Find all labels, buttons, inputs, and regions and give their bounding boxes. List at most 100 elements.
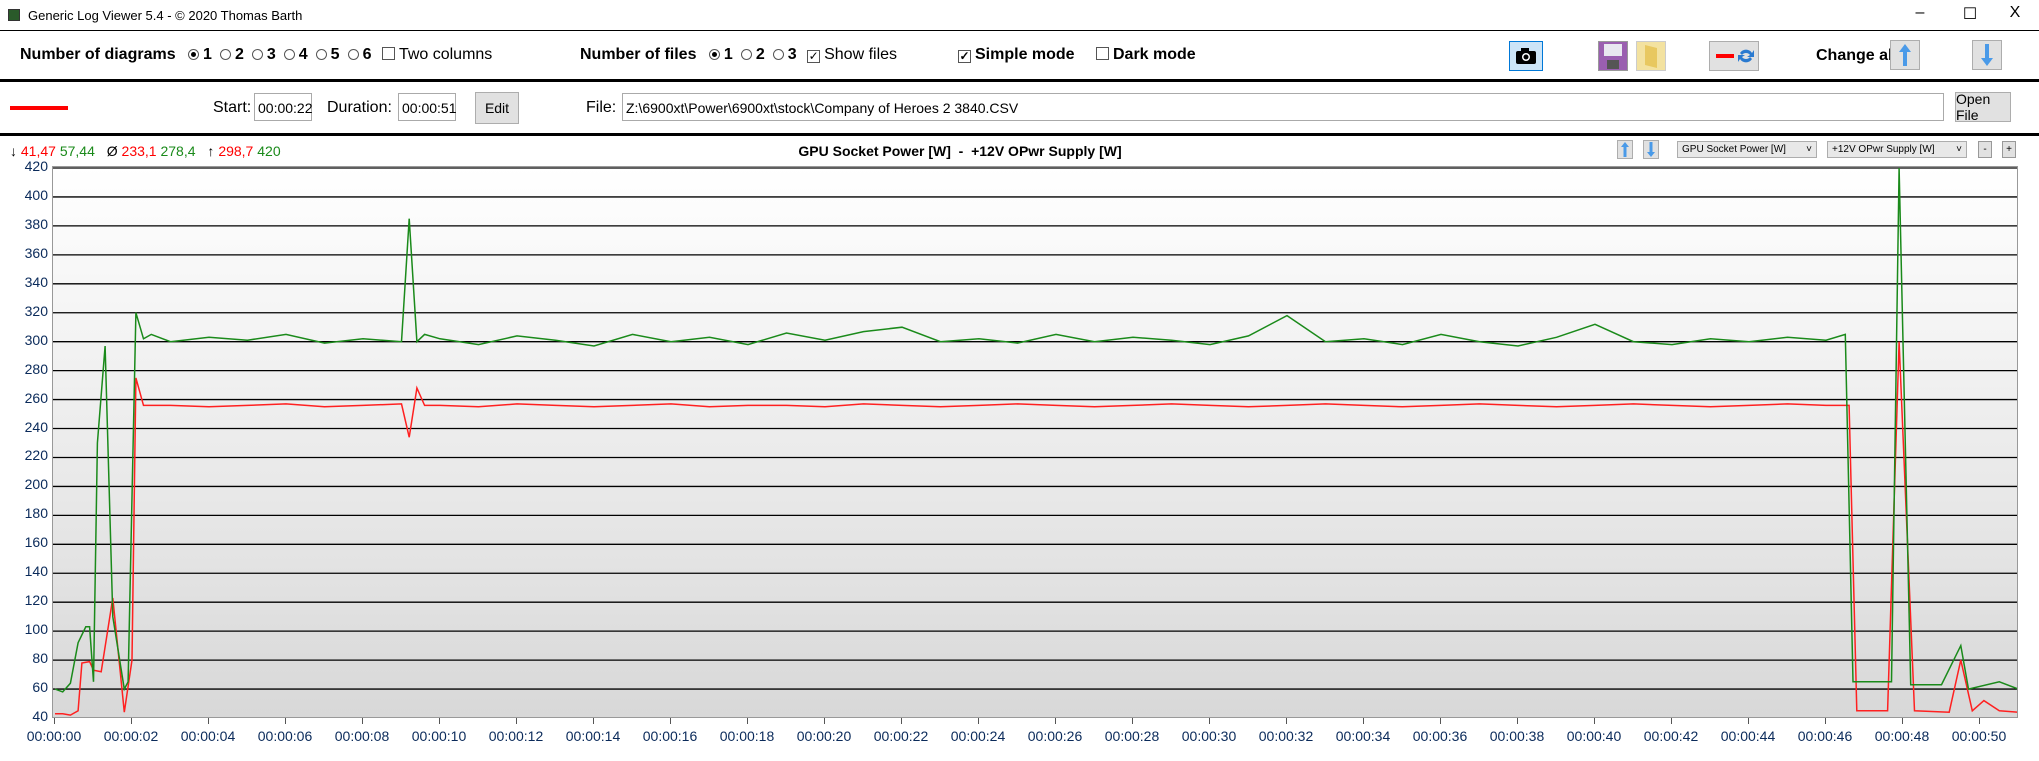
file-path-input[interactable]: Z:\6900xt\Power\6900xt\stock\Company of … [622, 93, 1944, 121]
swap-lines-button[interactable] [1709, 41, 1759, 71]
x-tick-mark [901, 718, 902, 724]
radio-label: 3 [787, 46, 797, 63]
diagrams-radio-5[interactable]: 5 [315, 46, 340, 63]
radio-label: 3 [266, 46, 276, 63]
simple-mode-checkbox[interactable]: ✓ Simple mode [958, 46, 1075, 64]
y-tick-label: 380 [24, 215, 48, 232]
chevron-down-icon: ˅ [1806, 144, 1812, 155]
y-tick-label: 260 [24, 389, 48, 406]
two-columns-checkbox[interactable]: Two columns [381, 46, 493, 63]
x-tick-mark [1055, 718, 1056, 724]
radio-circle [315, 49, 327, 60]
save-button[interactable] [1598, 41, 1628, 71]
series2-select[interactable]: +12V OPwr Supply [W] ˅ [1827, 141, 1967, 158]
y-tick-label: 280 [24, 360, 48, 377]
max-arrow: ↑ [207, 143, 215, 159]
files-radio-1[interactable]: 1 [708, 46, 733, 63]
avg-red-value: 233,1 [121, 143, 157, 159]
y-tick-label: 160 [24, 534, 48, 551]
series2-select-value: +12V OPwr Supply [W] [1832, 144, 1935, 155]
x-tick-mark [208, 718, 209, 724]
min-red-value: 41,47 [20, 143, 56, 159]
radio-circle [347, 49, 359, 60]
minimize-button[interactable]: – [1905, 4, 1935, 26]
floppy-disk-icon [1604, 44, 1622, 69]
x-tick-mark [1440, 718, 1441, 724]
show-files-checkbox[interactable]: ✓ Show files [807, 46, 897, 63]
diagrams-radio-1[interactable]: 1 [188, 46, 212, 63]
files-radio-2[interactable]: 2 [740, 46, 765, 63]
x-tick-mark [516, 718, 517, 724]
x-tick-label: 00:00:50 [1951, 728, 2007, 744]
app-icon [8, 9, 20, 21]
x-tick-mark [439, 718, 440, 724]
toolbar-separator [0, 79, 2039, 82]
y-tick-label: 80 [32, 650, 48, 667]
y-tick-label: 100 [24, 621, 48, 638]
edit-button[interactable]: Edit [475, 92, 519, 124]
x-tick-mark [362, 718, 363, 724]
diagrams-radio-6[interactable]: 6 [347, 46, 371, 63]
duration-input[interactable]: 00:00:51 [398, 93, 457, 121]
open-file-button[interactable]: Open File [1955, 91, 2011, 123]
x-tick-mark [1209, 718, 1210, 724]
title-bar: Generic Log Viewer 5.4 - © 2020 Thomas B… [0, 0, 2039, 31]
radio-label: 5 [330, 46, 340, 63]
radio-circle [188, 49, 200, 60]
y-tick-label: 300 [24, 331, 48, 348]
diagrams-radio-4[interactable]: 4 [283, 46, 308, 63]
y-tick-label: 120 [24, 592, 48, 609]
file-row-separator [0, 133, 2039, 136]
x-tick-mark [670, 718, 671, 724]
x-tick-mark [1979, 718, 1980, 724]
avg-green-value: 278,4 [160, 143, 196, 159]
x-tick-mark [1286, 718, 1287, 724]
radio-circle [708, 49, 720, 60]
diagram-up-button[interactable] [1617, 140, 1633, 159]
diagrams-radio-2[interactable]: 2 [219, 46, 244, 63]
dark-mode-checkbox[interactable]: Dark mode [1096, 46, 1196, 64]
camera-icon [1516, 48, 1536, 64]
diagram-down-button[interactable] [1643, 140, 1659, 159]
x-tick-mark [1594, 718, 1595, 724]
arrow-up-icon [1621, 142, 1629, 157]
y-tick-label: 420 [24, 158, 48, 174]
screenshot-button[interactable] [1509, 41, 1543, 71]
y-tick-label: 360 [24, 244, 48, 261]
arrow-up-icon [1899, 44, 1911, 66]
swap-refresh-icon [1716, 49, 1754, 63]
x-tick-mark [1517, 718, 1518, 724]
y-tick-label: 60 [32, 679, 48, 696]
chevron-down-icon: ˅ [1956, 144, 1962, 155]
maximize-button[interactable]: ☐ [1955, 4, 1985, 26]
close-button[interactable]: X [2000, 4, 2030, 26]
arrow-down-icon [1981, 44, 1993, 66]
window-title: Generic Log Viewer 5.4 - © 2020 Thomas B… [28, 8, 303, 23]
move-up-all-button[interactable] [1890, 40, 1920, 70]
zoom-out-button[interactable]: - [1978, 141, 1992, 158]
radio-circle [219, 49, 231, 60]
radio-circle [283, 49, 295, 60]
start-label: Start: [213, 99, 252, 116]
x-tick-mark [1825, 718, 1826, 724]
radio-label: 4 [298, 46, 308, 63]
series1-select[interactable]: GPU Socket Power [W] ˅ [1677, 141, 1817, 158]
files-radio-3[interactable]: 3 [772, 46, 797, 63]
x-tick-mark [285, 718, 286, 724]
open-folder-button[interactable] [1636, 41, 1666, 71]
arrow-down-icon [1647, 142, 1655, 157]
diagram-title: GPU Socket Power [W] - +12V OPwr Supply … [798, 143, 1122, 159]
move-down-all-button[interactable] [1972, 40, 2002, 70]
start-input[interactable]: 00:00:22 [254, 93, 313, 121]
radio-label: 1 [723, 46, 733, 63]
line-color-swatch[interactable] [10, 106, 68, 110]
line-chart [52, 166, 2018, 718]
x-tick-mark [593, 718, 594, 724]
two-columns-label: Two columns [398, 46, 493, 63]
diagrams-radio-3[interactable]: 3 [251, 46, 276, 63]
x-tick-mark [54, 718, 55, 724]
series1-select-value: GPU Socket Power [W] [1682, 144, 1786, 155]
y-tick-label: 240 [24, 418, 48, 435]
y-tick-label: 340 [24, 273, 48, 290]
zoom-in-button[interactable]: + [2002, 141, 2016, 158]
